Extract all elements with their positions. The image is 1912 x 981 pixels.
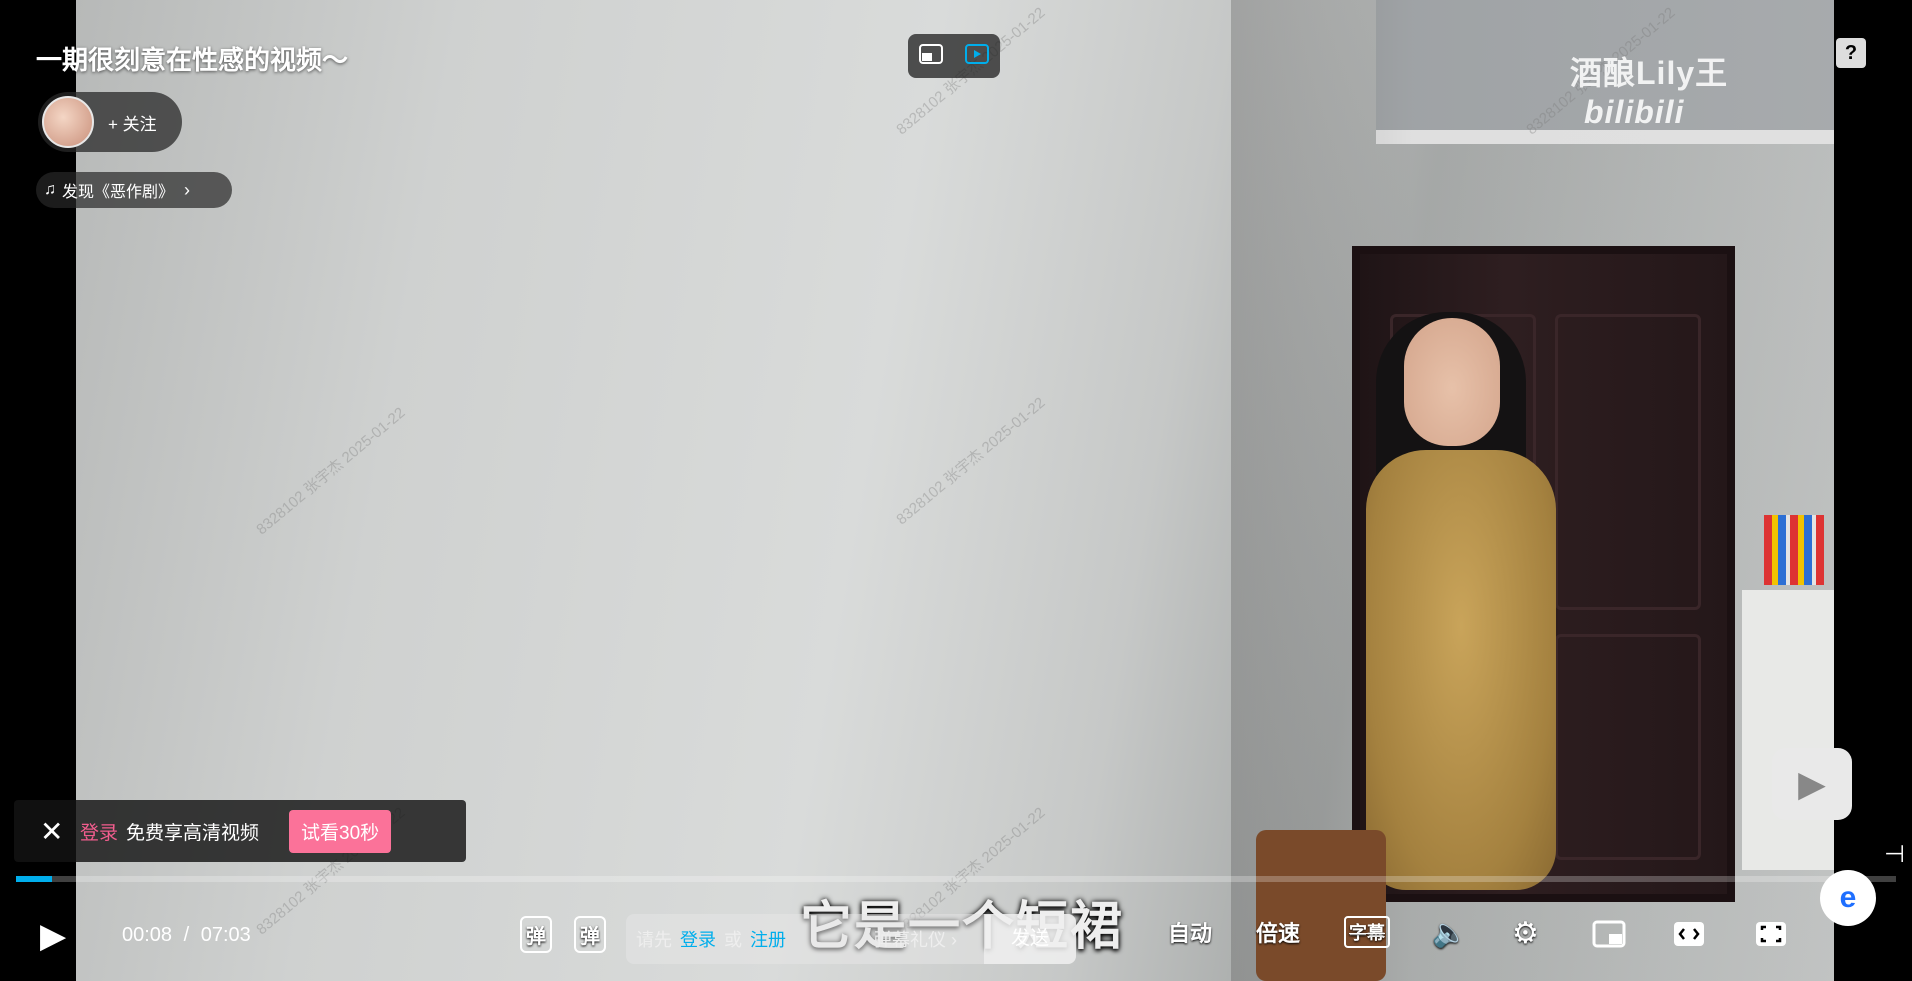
login-banner: ✕ 登录 免费享高清视频 试看30秒 (14, 800, 466, 862)
music-note-icon: ♫ (44, 181, 56, 198)
play-icon[interactable]: ▶ (40, 916, 66, 956)
video-title: 一期很刻意在性感的视频～ (36, 45, 349, 75)
author-pill: + 关注 (38, 92, 182, 152)
widescreen-icon[interactable] (1672, 920, 1706, 954)
user-watermark: 8328102 张宇杰 2025-01-22 (253, 404, 409, 539)
bookshelf (1764, 515, 1824, 585)
avatar[interactable] (42, 96, 94, 148)
door-panel (1555, 314, 1701, 610)
quality-button[interactable]: 自动 (1168, 916, 1212, 948)
cabinet (1742, 590, 1834, 870)
input-or: 或 (724, 930, 742, 950)
trial-button[interactable]: 试看30秒 (289, 809, 392, 853)
login-link[interactable]: 登录 (80, 818, 118, 845)
time-display: 00:08 / 07:03 (122, 924, 251, 947)
progress-bar[interactable] (16, 876, 1896, 882)
bilibili-tv-icon[interactable]: ▶ (1772, 748, 1852, 820)
top-center-buttons (908, 34, 1000, 78)
browser-logo-icon[interactable]: e (1820, 870, 1876, 926)
help-button[interactable]: ? (1836, 38, 1866, 68)
letterbox-right (1834, 0, 1912, 981)
subtitle-toggle[interactable]: 字幕 (1344, 916, 1390, 948)
current-time: 00:08 (122, 924, 173, 946)
music-label: 发现《恶作剧》 (62, 184, 175, 201)
music-pill[interactable]: ♫ 发现《恶作剧》 › (36, 172, 232, 208)
channel-watermark: 酒酿Lily王 bilibili (1570, 48, 1834, 131)
danmaku-toggle-icon[interactable]: 弹 (520, 916, 552, 953)
input-login-link[interactable]: 登录 (680, 926, 716, 952)
follow-button[interactable]: + 关注 (108, 110, 157, 135)
control-bar: ▶ 00:08 / 07:03 弹 弹 请先 登录 或 注册 弹幕礼仪 › 发送… (0, 900, 1912, 981)
picture-in-picture-icon[interactable] (1592, 920, 1626, 954)
speed-button[interactable]: 倍速 (1256, 916, 1300, 948)
gear-icon[interactable]: ⚙ (1512, 916, 1539, 951)
user-watermark: 8328102 张宇杰 2025-01-22 (893, 394, 1049, 529)
person-face (1404, 318, 1500, 446)
danmaku-etiquette-link[interactable]: 弹幕礼仪 › (874, 926, 957, 952)
duration: 07:03 (200, 924, 251, 946)
send-button[interactable]: 发送 (984, 914, 1076, 964)
volume-icon[interactable]: 🔈 (1432, 916, 1467, 949)
mini-player-icon[interactable] (964, 43, 990, 70)
close-icon[interactable]: ✕ (40, 815, 80, 848)
input-prefix: 请先 (636, 930, 672, 950)
fullscreen-icon[interactable] (1754, 920, 1788, 954)
bilibili-logo: bilibili (1584, 94, 1685, 130)
banner-text: 免费享高清视频 (126, 822, 260, 844)
channel-name: 酒酿Lily王 (1570, 55, 1729, 91)
time-separator: / (183, 924, 190, 946)
person-dress (1366, 450, 1556, 890)
pin-icon[interactable]: ⊣ (1884, 840, 1905, 869)
danmaku-settings-icon[interactable]: 弹 (574, 916, 606, 953)
chevron-right-icon: › (184, 179, 191, 200)
input-register-link[interactable]: 注册 (750, 926, 786, 952)
door-panel (1555, 634, 1701, 860)
progress-fill (16, 876, 52, 882)
exit-pip-icon[interactable] (918, 43, 944, 70)
